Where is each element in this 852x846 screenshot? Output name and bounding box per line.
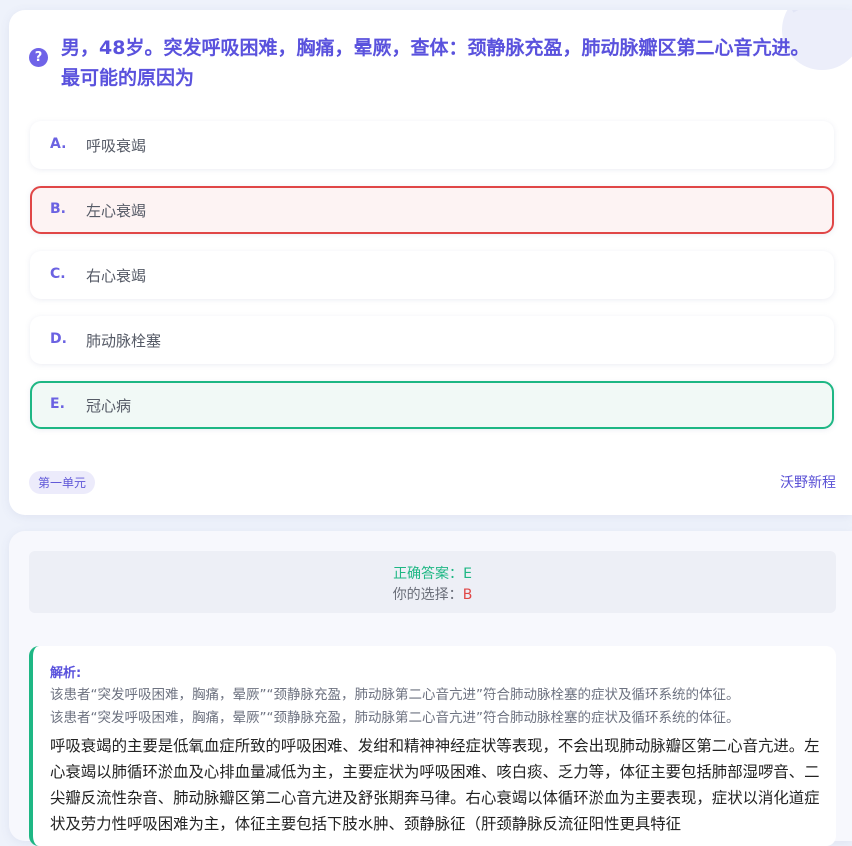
your-choice-label: 你的选择：: [392, 587, 463, 603]
option-letter: D.: [50, 331, 67, 347]
your-choice-value: B: [462, 587, 473, 603]
option-letter: B.: [50, 201, 66, 217]
analysis-summary-repeat: 该患者“突发呼吸困难，胸痛，晕厥”“颈静脉充盈，肺动脉第二心音亢进”符合肺动脉栓…: [50, 710, 740, 726]
answer-card: 正确答案：E 你的选择：B 解析: 该患者“突发呼吸困难，胸痛，晕厥”“颈静脉充…: [9, 531, 852, 846]
option-c[interactable]: C. 右心衰竭: [30, 251, 834, 299]
question-text: 男，48岁。突发呼吸困难，胸痛，晕厥，查体：颈静脉充盈，肺动脉瓣区第二心音亢进。…: [61, 37, 810, 89]
analysis-title: 解析:: [50, 666, 82, 681]
option-text: 冠心病: [86, 397, 132, 415]
option-letter: A.: [50, 136, 67, 152]
correct-answer: 正确答案：E: [29, 563, 836, 583]
analysis-panel: 解析: 该患者“突发呼吸困难，胸痛，晕厥”“颈静脉充盈，肺动脉第二心音亢进”符合…: [29, 646, 836, 846]
option-text: 右心衰竭: [86, 267, 147, 285]
option-e[interactable]: E. 冠心病: [30, 381, 834, 429]
chapter-tag: 第一单元: [29, 471, 96, 494]
correct-answer-value: E: [463, 566, 472, 582]
question-card: ? 男，48岁。突发呼吸困难，胸痛，晕厥，查体：颈静脉充盈，肺动脉瓣区第二心音亢…: [9, 10, 852, 515]
question-mark-icon: ?: [29, 48, 48, 67]
option-text: 肺动脉栓塞: [86, 332, 162, 350]
option-text: 左心衰竭: [86, 202, 147, 220]
option-text: 呼吸衰竭: [86, 137, 147, 155]
analysis-summary: 该患者“突发呼吸困难，胸痛，晕厥”“颈静脉充盈，肺动脉第二心音亢进”符合肺动脉栓…: [50, 687, 740, 703]
option-letter: E.: [50, 396, 65, 412]
analysis-body: 呼吸衰竭的主要是低氧血症所致的呼吸困难、发绀和精神神经症状等表现，不会出现肺动脉…: [50, 737, 820, 833]
source-link[interactable]: 沃野新程: [780, 472, 836, 492]
option-a[interactable]: A. 呼吸衰竭: [30, 121, 834, 169]
option-letter: C.: [50, 266, 66, 282]
correct-answer-label: 正确答案：: [393, 566, 464, 582]
result-box: 正确答案：E 你的选择：B: [29, 551, 836, 613]
your-choice: 你的选择：B: [29, 584, 836, 604]
option-b[interactable]: B. 左心衰竭: [30, 186, 834, 234]
option-d[interactable]: D. 肺动脉栓塞: [30, 316, 834, 364]
